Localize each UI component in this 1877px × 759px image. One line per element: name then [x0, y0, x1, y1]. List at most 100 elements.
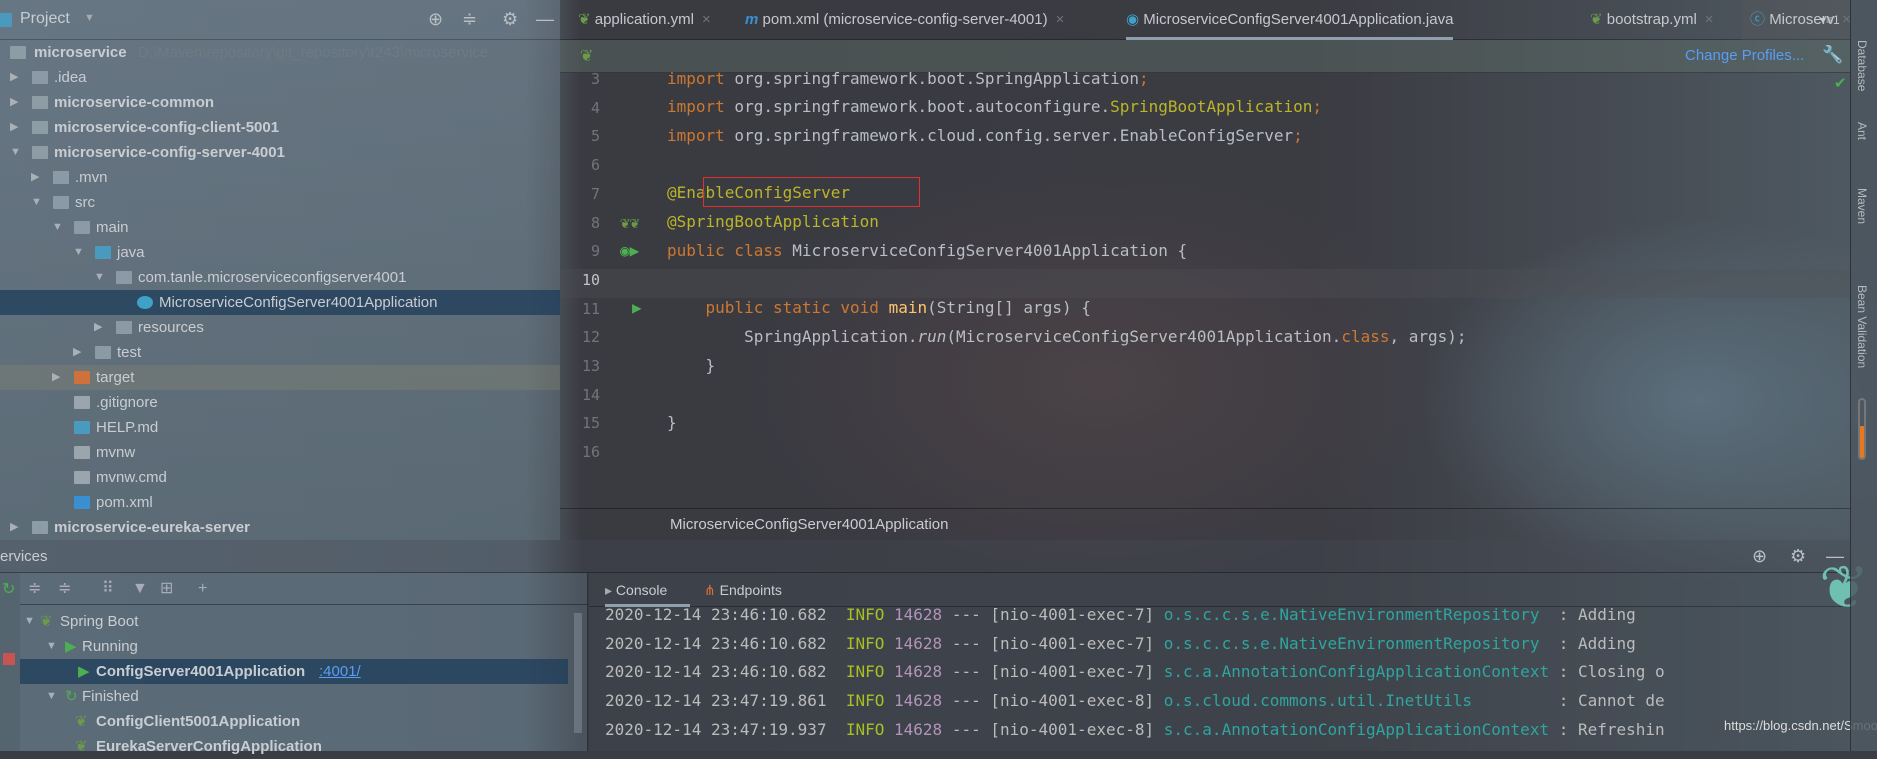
- line-number: 9: [590, 242, 600, 261]
- expand-all-icon[interactable]: ≑: [28, 573, 41, 605]
- tree-item[interactable]: ▶ .mvn: [0, 165, 560, 190]
- project-panel: Project ▼ ⊕ ≑ ⚙ — microservice D:\Maven\…: [0, 0, 560, 540]
- module-icon: [32, 121, 48, 134]
- code-line-13: }: [667, 356, 716, 375]
- collapse-arrow-icon[interactable]: ▼: [31, 190, 42, 215]
- line-number: 8: [590, 213, 600, 232]
- locate-icon[interactable]: ⊕: [428, 9, 443, 30]
- tab-pom-xml[interactable]: m pom.xml (microservice-config-server-40…: [745, 0, 1064, 40]
- bean-validation-tool[interactable]: Bean Validation: [1855, 285, 1869, 368]
- collapse-arrow-icon[interactable]: ▼: [94, 265, 105, 290]
- service-item-configserver[interactable]: ▶ ConfigServer4001Application:4001/: [20, 659, 568, 684]
- wrench-icon[interactable]: 🔧: [1822, 45, 1843, 65]
- stop-icon[interactable]: [3, 653, 15, 665]
- close-icon[interactable]: ×: [702, 11, 711, 28]
- collapse-all-icon[interactable]: ≑: [58, 573, 71, 605]
- spring-bean-gutter-icon[interactable]: ❦❦: [620, 213, 639, 232]
- filter-icon[interactable]: ▼: [132, 573, 148, 605]
- project-header: Project ▼ ⊕ ≑ ⚙ —: [0, 0, 560, 40]
- project-title[interactable]: Project: [20, 10, 70, 28]
- tab-console[interactable]: ▸ Console: [605, 573, 690, 607]
- expand-arrow-icon[interactable]: ▶: [73, 340, 81, 365]
- run-gutter-icon[interactable]: ◉▶: [620, 241, 639, 260]
- line-number: 13: [581, 357, 600, 375]
- tree-item[interactable]: ▶ microservice-config-client-5001: [0, 115, 560, 140]
- tab-overflow-button[interactable]: ▾≡1: [1820, 0, 1840, 40]
- run-main-gutter-icon[interactable]: ▶: [632, 298, 642, 317]
- maven-tool[interactable]: Maven: [1855, 188, 1869, 224]
- tree-item[interactable]: ▶ target: [0, 365, 560, 390]
- line-number: 7: [590, 184, 600, 203]
- expand-arrow-icon[interactable]: ▶: [10, 515, 18, 540]
- minimize-icon[interactable]: —: [536, 9, 554, 30]
- port-link[interactable]: :4001/: [319, 659, 361, 684]
- service-group-finished[interactable]: ▼ ↻ Finished: [20, 684, 568, 709]
- folder-icon: [53, 196, 69, 209]
- editor-breadcrumb: MicroserviceConfigServer4001Application: [560, 508, 1850, 540]
- memory-indicator[interactable]: [1858, 398, 1866, 460]
- tree-item[interactable]: ▶ microservice-eureka-server: [0, 515, 560, 540]
- collapse-arrow-icon[interactable]: ▼: [52, 215, 63, 240]
- expand-arrow-icon[interactable]: ▶: [94, 315, 102, 340]
- tab-bootstrap-yml[interactable]: ❦ bootstrap.yml ×: [1590, 0, 1714, 40]
- tab-main-java[interactable]: ◉ MicroserviceConfigServer4001Applicatio…: [1126, 0, 1454, 40]
- service-group-spring-boot[interactable]: ▼ ❦ Spring Boot: [20, 609, 568, 634]
- gear-icon[interactable]: ⚙: [1790, 546, 1806, 567]
- collapse-all-icon[interactable]: ≑: [462, 9, 477, 30]
- tree-item[interactable]: ▶ test: [0, 340, 560, 365]
- spring-class-icon: ◉: [1126, 11, 1140, 28]
- close-icon[interactable]: ×: [1056, 11, 1065, 28]
- tree-scrollbar[interactable]: [574, 613, 582, 733]
- tree-item[interactable]: .gitignore: [0, 390, 560, 415]
- tree-item[interactable]: ▶ microservice-common: [0, 90, 560, 115]
- collapse-arrow-icon[interactable]: ▼: [10, 140, 21, 165]
- service-item-configclient[interactable]: ❦ ConfigClient5001Application: [20, 709, 568, 734]
- console-panel: ▸ Console ⋔ Endpoints 2020-12-14 23:46:1…: [589, 554, 1877, 751]
- collapse-arrow-icon[interactable]: ▼: [73, 240, 84, 265]
- tree-item-label: mvnw: [96, 444, 136, 461]
- locate-icon[interactable]: ⊕: [1752, 546, 1767, 567]
- close-icon[interactable]: ×: [1705, 11, 1714, 28]
- dropdown-icon[interactable]: ▼: [84, 12, 95, 24]
- log-line: 2020-12-14 23:46:10.682 INFO 14628 --- […: [605, 633, 1636, 653]
- rerun-icon[interactable]: ↻: [2, 579, 15, 599]
- tab-endpoints[interactable]: ⋔ Endpoints: [704, 573, 782, 607]
- tree-item[interactable]: ▼ src: [0, 190, 560, 215]
- tree-item[interactable]: pom.xml: [0, 490, 560, 515]
- tree-item[interactable]: ▼ java: [0, 240, 560, 265]
- new-tab-icon[interactable]: ⊞: [160, 573, 173, 605]
- expand-arrow-icon[interactable]: ▶: [31, 165, 39, 190]
- group-by-icon[interactable]: ⠿: [102, 573, 114, 605]
- tab-application-yml[interactable]: ❦ application.yml ×: [578, 0, 711, 40]
- tree-item-root[interactable]: microservice D:\Maven\repository\git_rep…: [0, 40, 560, 65]
- tree-item[interactable]: ▼ com.tanle.microserviceconfigserver4001: [0, 265, 560, 290]
- tree-item[interactable]: mvnw: [0, 440, 560, 465]
- tree-item-label: mvnw.cmd: [96, 469, 167, 486]
- tab-microserv[interactable]: ⓒ Microserv ×: [1742, 0, 1858, 40]
- tree-item[interactable]: MicroserviceConfigServer4001Application: [0, 290, 560, 315]
- add-service-icon[interactable]: +: [198, 573, 207, 605]
- gear-icon[interactable]: ⚙: [502, 9, 518, 30]
- tree-item[interactable]: ▶ resources: [0, 315, 560, 340]
- tree-item-label: resources: [138, 319, 204, 336]
- service-item-eureka[interactable]: ❦ EurekaServerConfigApplication: [20, 734, 568, 759]
- expand-arrow-icon[interactable]: ▶: [52, 365, 60, 390]
- ant-tool[interactable]: Ant: [1855, 122, 1869, 140]
- tree-item[interactable]: ▼ microservice-config-server-4001: [0, 140, 560, 165]
- tree-item-label: .idea: [54, 69, 87, 86]
- service-group-running[interactable]: ▼ ▶ Running: [20, 634, 568, 659]
- tree-item[interactable]: ▶ .idea: [0, 65, 560, 90]
- expand-arrow-icon[interactable]: ▶: [10, 90, 18, 115]
- change-profiles-link[interactable]: Change Profiles...: [1685, 47, 1804, 64]
- markdown-icon: [74, 421, 90, 434]
- tree-item[interactable]: mvnw.cmd: [0, 465, 560, 490]
- folder-icon: [53, 171, 69, 184]
- tree-item[interactable]: HELP.md: [0, 415, 560, 440]
- expand-arrow-icon[interactable]: ▶: [10, 65, 18, 90]
- tree-item-label: com.tanle.microserviceconfigserver4001: [138, 269, 407, 286]
- database-tool[interactable]: Database: [1855, 40, 1869, 91]
- file-icon: [74, 471, 90, 484]
- expand-arrow-icon[interactable]: ▶: [10, 115, 18, 140]
- code-editor[interactable]: 3 4 5 6 7 8 9 10 11 12 13 14 15 16 import org.springf…: [560, 69, 1850, 540]
- tree-item[interactable]: ▼ main: [0, 215, 560, 240]
